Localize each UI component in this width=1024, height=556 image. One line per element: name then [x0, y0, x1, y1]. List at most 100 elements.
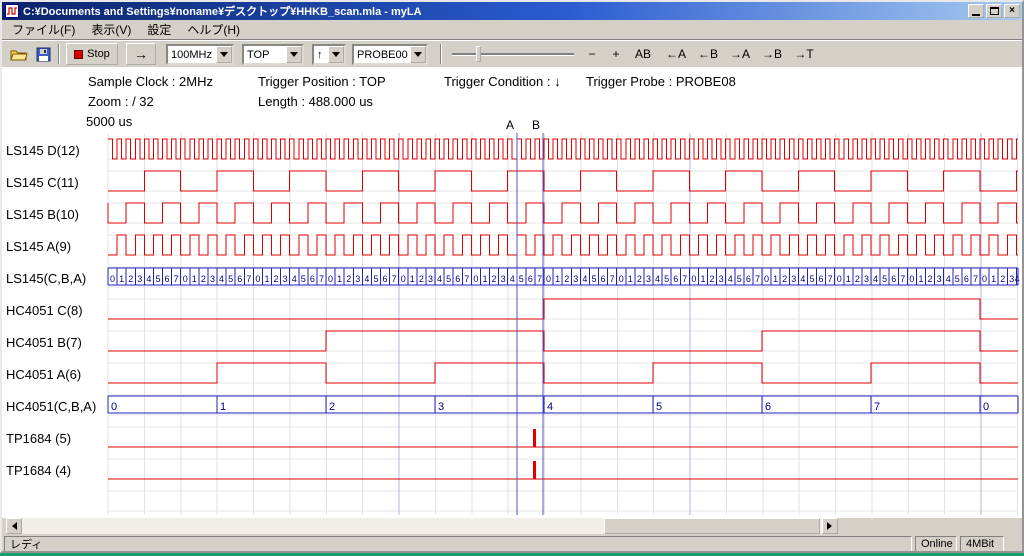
menu-settings[interactable]: 設定	[139, 18, 179, 41]
maximize-button[interactable]	[986, 4, 1002, 18]
svg-text:1: 1	[918, 274, 923, 284]
svg-text:1: 1	[410, 274, 415, 284]
scroll-left-button[interactable]	[6, 518, 22, 534]
zoom-slider-track	[452, 53, 574, 55]
marker-b[interactable]: B	[532, 118, 543, 515]
svg-text:5: 5	[656, 401, 662, 413]
ab-range-button[interactable]: AB	[630, 44, 656, 64]
svg-text:4: 4	[510, 274, 515, 284]
horizontal-scrollbar[interactable]	[2, 518, 1022, 534]
svg-text:1: 1	[700, 274, 705, 284]
svg-text:0: 0	[619, 274, 624, 284]
waveform-view[interactable]: LS145 D(12) LS145 C(11) LS145 B(10) LS145 A…	[2, 68, 1022, 518]
scrollbar-thumb[interactable]	[604, 518, 820, 534]
svg-text:4: 4	[437, 274, 442, 284]
svg-text:HC4051 A(6): HC4051 A(6)	[6, 367, 81, 382]
goto-b-left-button[interactable]: ←B	[694, 44, 722, 64]
status-ready: レディ	[4, 536, 912, 552]
svg-text:5: 5	[737, 274, 742, 284]
svg-text:6: 6	[601, 274, 606, 284]
chevron-down-icon[interactable]	[216, 46, 232, 63]
svg-text:6: 6	[455, 274, 460, 284]
svg-text:0: 0	[982, 274, 987, 284]
signal-row-0: LS145 D(12)	[6, 139, 1018, 159]
zoom-in-button[interactable]: +	[606, 44, 626, 64]
svg-text:1: 1	[555, 274, 560, 284]
signal-row-5: HC4051 C(8)	[6, 299, 1018, 319]
goto-b-right-button[interactable]: →B	[758, 44, 786, 64]
status-bar: レディ Online 4MBit	[2, 534, 1022, 553]
run-button[interactable]: →	[126, 43, 156, 65]
minimize-button[interactable]	[968, 4, 984, 18]
goto-a-right-button[interactable]: →A	[726, 44, 754, 64]
svg-text:2: 2	[274, 274, 279, 284]
svg-text:6: 6	[237, 274, 242, 284]
svg-text:5: 5	[664, 274, 669, 284]
run-arrow-icon: →	[134, 46, 148, 62]
svg-text:4: 4	[873, 274, 878, 284]
svg-text:1: 1	[220, 401, 226, 413]
svg-text:4: 4	[655, 274, 660, 284]
menu-help[interactable]: ヘルプ(H)	[179, 18, 248, 41]
signal-row-4: LS145(C,B,A)0123456701234567012345670123…	[6, 268, 1020, 286]
svg-text:4: 4	[728, 274, 733, 284]
menu-view[interactable]: 表示(V)	[83, 18, 139, 41]
svg-text:4: 4	[800, 274, 805, 284]
svg-text:1: 1	[192, 274, 197, 284]
open-folder-icon	[10, 47, 29, 62]
svg-text:3: 3	[428, 274, 433, 284]
svg-text:2: 2	[419, 274, 424, 284]
sample-clock-select[interactable]: 100MHz	[166, 44, 234, 65]
close-button[interactable]: ×	[1004, 4, 1020, 18]
chevron-down-icon[interactable]	[286, 46, 302, 63]
scrollbar-track[interactable]	[6, 518, 838, 534]
svg-text:1: 1	[846, 274, 851, 284]
scroll-right-button[interactable]	[822, 518, 838, 534]
svg-text:HC4051 B(7): HC4051 B(7)	[6, 335, 82, 350]
trigger-position-value: TOP	[244, 49, 286, 61]
zoom-out-button[interactable]: −	[582, 44, 602, 64]
svg-text:6: 6	[310, 274, 315, 284]
toolbar-separator-2	[440, 44, 442, 64]
menu-file[interactable]: ファイル(F)	[4, 18, 83, 41]
svg-text:0: 0	[473, 274, 478, 284]
svg-text:2: 2	[346, 274, 351, 284]
status-online: Online	[915, 536, 957, 552]
zoom-slider[interactable]	[450, 40, 576, 68]
svg-text:4: 4	[946, 274, 951, 284]
svg-text:2: 2	[564, 274, 569, 284]
trigger-edge-select[interactable]: ↑	[312, 44, 346, 65]
trigger-probe-select[interactable]: PROBE00	[352, 44, 428, 65]
signal-row-8: HC4051(C,B,A)012345670	[6, 396, 1018, 414]
goto-trigger-button[interactable]: →T	[790, 44, 818, 64]
goto-a-left-button[interactable]: ←A	[662, 44, 690, 64]
open-button[interactable]	[8, 43, 30, 65]
window-title: C:¥Documents and Settings¥noname¥デスクトップ¥…	[23, 3, 966, 19]
svg-text:3: 3	[864, 274, 869, 284]
svg-text:TP1684 (4): TP1684 (4)	[6, 463, 71, 478]
svg-text:3: 3	[1009, 274, 1014, 284]
stop-button[interactable]: Stop	[66, 43, 118, 65]
svg-text:A: A	[506, 118, 514, 132]
chevron-down-icon[interactable]	[410, 46, 426, 63]
svg-text:7: 7	[174, 274, 179, 284]
sample-clock-value: 100MHz	[168, 49, 216, 61]
app-window: C:¥Documents and Settings¥noname¥デスクトップ¥…	[0, 0, 1024, 553]
signal-row-1: LS145 C(11)	[6, 171, 1018, 191]
zoom-slider-thumb[interactable]	[476, 46, 481, 62]
svg-text:0: 0	[110, 274, 115, 284]
svg-text:3: 3	[438, 401, 444, 413]
svg-text:1: 1	[119, 274, 124, 284]
trigger-probe-value: PROBE00	[354, 49, 410, 61]
svg-text:2: 2	[128, 274, 133, 284]
svg-text:5: 5	[591, 274, 596, 284]
svg-text:5: 5	[301, 274, 306, 284]
chevron-down-icon[interactable]	[328, 46, 344, 63]
trigger-position-select[interactable]: TOP	[242, 44, 304, 65]
save-button[interactable]	[32, 43, 54, 65]
svg-text:6: 6	[165, 274, 170, 284]
svg-text:4: 4	[219, 274, 224, 284]
svg-text:LS145 A(9): LS145 A(9)	[6, 239, 71, 254]
svg-text:2: 2	[782, 274, 787, 284]
signal-row-2: LS145 B(10)	[6, 203, 1018, 223]
